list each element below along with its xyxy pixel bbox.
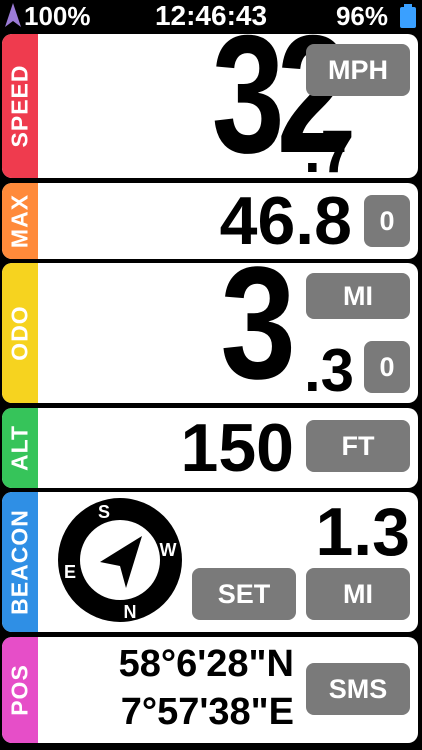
odo-unit-button[interactable]: MI bbox=[306, 273, 410, 319]
alt-unit-button[interactable]: FT bbox=[306, 420, 410, 472]
speed-label: SPEED bbox=[6, 64, 33, 148]
max-tab: MAX bbox=[2, 183, 38, 259]
pos-panel: POS 58°6'28"N 7°57'38"E SMS bbox=[2, 637, 418, 743]
beacon-panel: BEACON S W E N 1.3 SET MI bbox=[2, 492, 418, 632]
beacon-tab: BEACON bbox=[2, 492, 38, 632]
max-value: 46.8 bbox=[219, 183, 352, 259]
battery-percent: 96% bbox=[335, 1, 388, 31]
beacon-distance: 1.3 bbox=[315, 494, 410, 570]
compass-north: N bbox=[124, 602, 137, 622]
alt-value: 150 bbox=[180, 410, 294, 486]
max-reset-button[interactable]: 0 bbox=[364, 195, 410, 247]
alt-label: ALT bbox=[6, 424, 33, 472]
battery-icon bbox=[400, 4, 416, 28]
alt-tab: ALT bbox=[2, 408, 38, 488]
compass-west: W bbox=[160, 540, 177, 560]
compass-east: E bbox=[64, 562, 76, 582]
max-panel: MAX 46.8 0 bbox=[2, 183, 418, 259]
pos-tab: POS bbox=[2, 637, 38, 743]
odo-value-integer: 3 bbox=[220, 263, 296, 403]
beacon-unit-button[interactable]: MI bbox=[306, 568, 410, 620]
odo-value-decimal: .3 bbox=[303, 337, 354, 403]
latitude: 58°6'28"N bbox=[118, 643, 294, 685]
longitude: 7°57'38"E bbox=[120, 691, 294, 733]
speed-unit-button[interactable]: MPH bbox=[306, 44, 410, 96]
odo-panel: ODO 3 .3 MI 0 bbox=[2, 263, 418, 403]
status-bar: 100% 12:46:43 96% bbox=[0, 0, 422, 32]
odo-tab: ODO bbox=[2, 263, 38, 403]
beacon-set-button[interactable]: SET bbox=[192, 568, 296, 620]
max-label: MAX bbox=[6, 193, 33, 249]
beacon-label: BEACON bbox=[6, 509, 33, 615]
speed-tab: SPEED bbox=[2, 34, 38, 178]
compass-south: S bbox=[98, 502, 110, 522]
sms-button[interactable]: SMS bbox=[306, 663, 410, 715]
speed-panel: SPEED 32 .7 MPH bbox=[2, 34, 418, 178]
odo-label: ODO bbox=[6, 305, 33, 361]
compass-icon: S W E N bbox=[58, 498, 182, 622]
speed-value-decimal: .7 bbox=[303, 118, 354, 179]
pos-label: POS bbox=[6, 664, 33, 716]
odo-reset-button[interactable]: 0 bbox=[364, 341, 410, 393]
alt-panel: ALT 150 FT bbox=[2, 408, 418, 488]
